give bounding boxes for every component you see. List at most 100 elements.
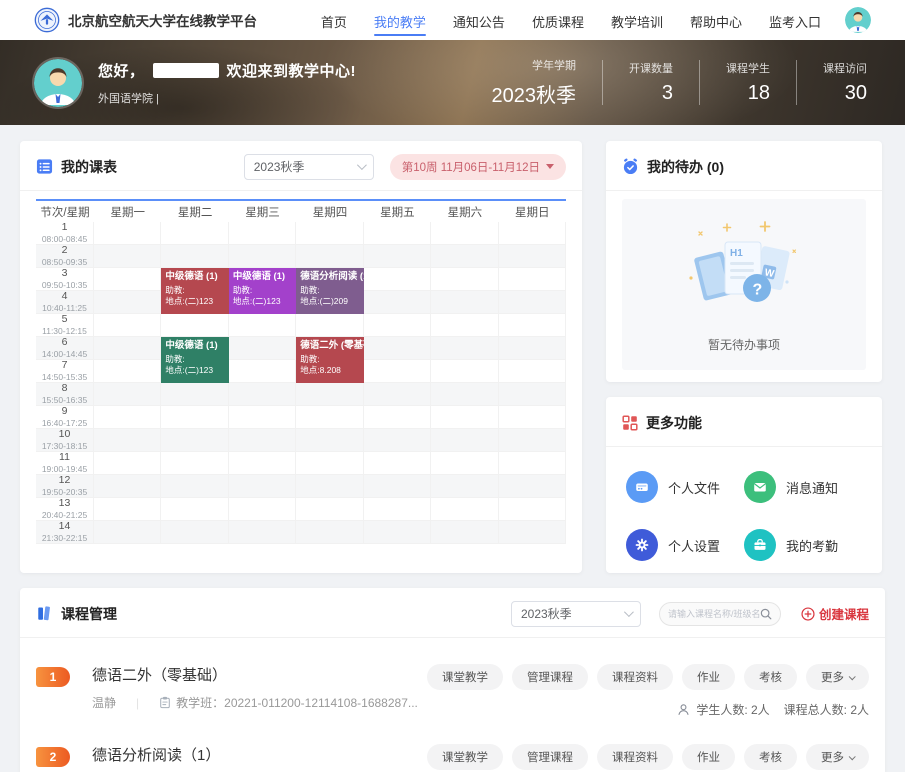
more-functions-card: 更多功能 个人文件消息通知个人设置我的考勤 [606, 397, 882, 573]
more-function-label: 我的考勤 [786, 536, 838, 555]
timetable-cell [229, 245, 296, 268]
search-icon[interactable] [760, 608, 772, 620]
timetable-cell [296, 498, 363, 521]
timetable-cell [94, 314, 161, 337]
greeting-text: 您好，欢迎来到教学中心! [98, 60, 356, 81]
more-function-gear[interactable]: 个人设置 [626, 529, 744, 561]
course-action-button[interactable]: 考核 [744, 664, 797, 690]
timetable-event[interactable]: 德语二外 (零基础)助教:地点:8.208 [296, 337, 363, 383]
timetable-cell [364, 383, 431, 406]
course-action-button[interactable]: 课堂教学 [427, 664, 503, 690]
course-action-button[interactable]: 作业 [682, 664, 735, 690]
timetable-cell [94, 452, 161, 475]
nav-item-proctor-entry[interactable]: 监考入口 [769, 1, 821, 40]
timetable-cell [431, 452, 498, 475]
course-name[interactable]: 德语分析阅读（1） [92, 744, 378, 765]
course-teacher: 温静 [92, 694, 116, 711]
event-location: 地点:(二)123 [233, 296, 292, 307]
course-total-count: 课程总人数: 2人 [784, 701, 869, 718]
user-avatar-large [34, 59, 82, 107]
nav-item-my-teaching[interactable]: 我的教学 [374, 1, 426, 40]
event-location: 地点:8.208 [300, 365, 359, 376]
course-action-button[interactable]: 作业 [682, 744, 735, 770]
drive-icon [626, 471, 658, 503]
todo-card: 我的待办 (0) W H1 [606, 141, 882, 382]
top-nav: 北京航空航天大学在线教学平台 首页我的教学通知公告优质课程教学培训帮助中心监考入… [0, 0, 905, 40]
timetable-cell [499, 452, 566, 475]
course-action-button[interactable]: 课程资料 [597, 744, 673, 770]
course-action-buttons: 课堂教学管理课程课程资料作业考核更多 [427, 664, 869, 690]
timetable-cell [364, 406, 431, 429]
more-function-label: 消息通知 [786, 478, 838, 497]
course-action-button[interactable]: 管理课程 [512, 664, 588, 690]
course-info: 德语二外（零基础）温静|教学班：20221-011200-12114108-16… [92, 664, 418, 711]
timetable-period-label: 1320:40-21:25 [36, 498, 94, 521]
course-action-button[interactable]: 课堂教学 [427, 744, 503, 770]
timetable-cell [431, 475, 498, 498]
nav-item-notices[interactable]: 通知公告 [453, 1, 505, 40]
timetable-event[interactable]: 中级德语 (1)助教:地点:(二)123 [161, 337, 228, 383]
period-time: 17:30-18:15 [42, 441, 87, 451]
nav-item-teaching-training[interactable]: 教学培训 [611, 1, 663, 40]
period-number: 8 [62, 383, 68, 395]
timetable-col-header: 星期三 [229, 201, 296, 222]
period-time: 14:50-15:35 [42, 372, 87, 382]
timetable-cell [94, 268, 161, 291]
course-action-more-button[interactable]: 更多 [806, 744, 869, 770]
timetable-cell [499, 268, 566, 291]
course-action-more-button[interactable]: 更多 [806, 664, 869, 690]
period-number: 13 [59, 498, 71, 510]
period-time: 20:40-21:25 [42, 510, 87, 520]
course-name[interactable]: 德语二外（零基础） [92, 664, 418, 685]
week-selector-button[interactable]: 第10周 11月06日-11月12日 [390, 154, 566, 180]
banner-stat: 学年学期2023秋季 [466, 57, 603, 108]
timetable-cell [431, 429, 498, 452]
timetable-event[interactable]: 德语分析阅读 (1)助教:地点:(二)209 [296, 268, 363, 314]
more-function-mail[interactable]: 消息通知 [744, 471, 862, 503]
gear-icon [626, 529, 658, 561]
course-action-button[interactable]: 考核 [744, 744, 797, 770]
period-number: 4 [62, 291, 68, 303]
stat-label: 课程访问 [823, 60, 867, 76]
more-function-attendance[interactable]: 我的考勤 [744, 529, 862, 561]
timetable-cell [431, 383, 498, 406]
timetable-cell [431, 360, 498, 383]
timetable-cell [94, 475, 161, 498]
event-title: 中级德语 (1) [233, 271, 292, 284]
period-time: 15:50-16:35 [42, 395, 87, 405]
period-time: 09:50-10:35 [42, 280, 87, 290]
timetable-cell [161, 498, 228, 521]
timetable-event[interactable]: 中级德语 (1)助教:地点:(二)123 [161, 268, 228, 314]
timetable-event[interactable]: 中级德语 (1)助教:地点:(二)123 [229, 268, 296, 314]
timetable-cell [499, 521, 566, 544]
more-function-drive[interactable]: 个人文件 [626, 471, 744, 503]
nav-item-quality-courses[interactable]: 优质课程 [532, 1, 584, 40]
course-action-button[interactable]: 管理课程 [512, 744, 588, 770]
nav-item-home[interactable]: 首页 [321, 1, 347, 40]
divider [606, 190, 882, 191]
timetable-cell [431, 521, 498, 544]
welcome-banner: 您好，欢迎来到教学中心! 外国语学院 | 学年学期2023秋季开课数量3课程学生… [0, 40, 905, 125]
timetable-cell [296, 452, 363, 475]
course-term-select[interactable]: 2023秋季 [511, 601, 641, 627]
grid-icon [622, 415, 638, 431]
schedule-term-select[interactable]: 2023秋季 [244, 154, 374, 180]
nav-item-help-center[interactable]: 帮助中心 [690, 1, 742, 40]
timetable-cell [161, 222, 228, 245]
course-row: 2德语分析阅读（1）温静|教学班：2023-2024-1-B3I122530-0… [36, 744, 869, 772]
timetable-cell [296, 245, 363, 268]
timetable-col-header: 星期六 [431, 201, 498, 222]
timetable-cell [94, 383, 161, 406]
timetable-cell [161, 521, 228, 544]
stat-value: 3 [629, 82, 673, 105]
period-number: 9 [62, 406, 68, 418]
timetable-cell [229, 498, 296, 521]
create-course-button[interactable]: 创建课程 [801, 604, 869, 623]
timetable-cell [161, 383, 228, 406]
timetable-cell [499, 245, 566, 268]
timetable-cell [94, 360, 161, 383]
user-avatar-small[interactable] [845, 7, 871, 33]
course-action-button[interactable]: 课程资料 [597, 664, 673, 690]
divider: | [136, 696, 139, 710]
course-search-input[interactable] [668, 609, 760, 619]
